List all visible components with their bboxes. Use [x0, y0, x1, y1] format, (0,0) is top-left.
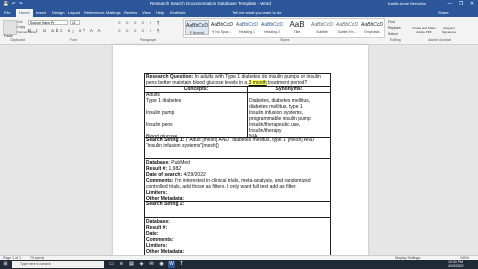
- paste-button[interactable]: [3, 20, 17, 35]
- copy-button[interactable]: Copy: [17, 25, 25, 29]
- minimize-button[interactable]: —: [445, 1, 455, 7]
- column-divider: [247, 86, 248, 137]
- task-view-icon[interactable]: ▭: [108, 261, 115, 268]
- select-button[interactable]: Select: [388, 32, 398, 36]
- teams-icon[interactable]: T: [178, 261, 185, 268]
- tab-design[interactable]: Design: [52, 10, 64, 15]
- find-button[interactable]: Find: [388, 20, 395, 24]
- style-preview: AaBbCcD: [361, 22, 383, 28]
- style-preview: AaBbCcD: [336, 22, 358, 28]
- chrome-icon[interactable]: ◉: [158, 261, 165, 268]
- window-title: Research Search Documentation Database T…: [150, 1, 271, 6]
- taskbar: ⊞ Type here to search ▭ e ▤ ◈ ✉ ◉ W T 10…: [0, 260, 478, 269]
- style-name: Subtitle: [316, 30, 328, 34]
- user-name[interactable]: Kaitlin Anne Bertolino: [388, 1, 426, 6]
- edge-icon[interactable]: e: [118, 261, 125, 268]
- style-subtitle[interactable]: AaBbCcD Subtitle: [310, 20, 334, 35]
- style-normal[interactable]: AaBbCcD ¶ Normal: [185, 20, 209, 35]
- style-name: Title: [293, 30, 301, 34]
- tab-layout[interactable]: Layout: [68, 10, 80, 15]
- style-preview: AaBbCcD: [311, 22, 333, 28]
- editing-group-label: Editing: [390, 38, 401, 42]
- search-string-2-label[interactable]: Search String 2:: [146, 201, 329, 207]
- quick-access-toolbar[interactable]: 💾 ↶ ↷: [3, 1, 24, 7]
- tab-endnote[interactable]: EndNote: [170, 10, 186, 15]
- paragraph-buttons[interactable]: ≡ ≡ ≡ ≡ ↕ ¶: [118, 20, 161, 25]
- styles-group-label: Styles: [280, 38, 290, 42]
- request-signatures-button[interactable]: Request Signatures: [438, 26, 460, 34]
- divider: [144, 158, 331, 159]
- file-explorer-icon[interactable]: ▤: [128, 261, 135, 268]
- mail-icon[interactable]: ✉: [148, 261, 155, 268]
- style-preview: AaB: [289, 20, 305, 29]
- clock-date[interactable]: 4/29/2022: [448, 264, 464, 268]
- create-adobe-pdf-button[interactable]: Create and Share Adobe PDF: [412, 26, 436, 34]
- tab-insert[interactable]: Insert: [36, 10, 46, 15]
- taskbar-search-input[interactable]: Type here to search: [12, 261, 104, 268]
- synonyms-list[interactable]: Diabetes, diabetes mellitus, diabetes me…: [249, 92, 331, 140]
- tab-file[interactable]: File: [4, 10, 10, 15]
- style-preview: AaBbCcD: [211, 22, 233, 28]
- style-name: ¶ Normal: [189, 31, 205, 35]
- font-format-buttons[interactable]: B I U abc x₂ x² A A: [28, 28, 103, 33]
- tab-view[interactable]: View: [142, 10, 151, 15]
- divider: [144, 217, 331, 218]
- tell-me-search[interactable]: Tell me what you want to do: [232, 10, 281, 15]
- search-result-block-1[interactable]: Database: PubMed Result #: 1,982 Date of…: [146, 160, 329, 202]
- tab-review[interactable]: Review: [124, 10, 137, 15]
- tab-help[interactable]: Help: [156, 10, 164, 15]
- style-heading-2[interactable]: AaBbCcD Heading 2: [260, 20, 284, 35]
- research-question[interactable]: Research Question: In adults with Type 1…: [146, 74, 329, 86]
- style-heading-1[interactable]: AaBbCcD Heading 1: [235, 20, 259, 35]
- styles-gallery: AaBbCcD ¶ Normal AaBbCcD ¶ No Spac... AaBb…: [183, 18, 385, 38]
- ribbon-home: Paste Cut Copy Format Painter Clipboard …: [0, 17, 478, 45]
- close-button[interactable]: ✕: [467, 1, 477, 7]
- font-group-label: Font: [70, 38, 78, 42]
- search-string-1[interactable]: Search String 1: ("Adult"[mesh] AND "dia…: [146, 137, 329, 149]
- clipboard-group-label: Clipboard: [10, 38, 25, 42]
- style-title[interactable]: AaB Title: [285, 20, 309, 35]
- alignment-buttons[interactable]: ≡ ≡ ≡ ≡ ↕ ¶: [118, 28, 161, 33]
- style-name: Emphasis: [364, 30, 380, 34]
- tab-mailings[interactable]: Mailings: [106, 10, 121, 15]
- ribbon-tabs: File Home Insert Design Layout Reference…: [0, 9, 478, 17]
- replace-button[interactable]: Replace: [388, 26, 401, 30]
- other-metadata-label: Other Metadata:: [146, 249, 185, 253]
- concepts-list[interactable]: Adults Type 1 diabetes Insulin pump Insu…: [146, 92, 246, 140]
- tab-home[interactable]: Home: [16, 9, 33, 17]
- style-subtle-emphasis[interactable]: AaBbCcD Subtle Em...: [335, 20, 359, 35]
- adobe-group-label: Adobe Acrobat: [428, 38, 451, 42]
- style-emphasis[interactable]: AaBbCcD Emphasis: [360, 20, 384, 35]
- style-name: Heading 2: [264, 30, 280, 34]
- style-preview: AaBbCcD: [236, 22, 258, 28]
- style-preview: AaBbCcD: [186, 23, 208, 29]
- search-result-block-2[interactable]: Database: Result #: Date: Comments: Limi…: [146, 219, 329, 253]
- font-name-select[interactable]: Source Sans Pr: [28, 20, 68, 25]
- style-preview: AaBbCcD: [261, 22, 283, 28]
- paragraph-group-label: Paragraph: [140, 38, 157, 42]
- style-no-spacing[interactable]: AaBbCcD ¶ No Spac...: [210, 20, 234, 35]
- style-name: Subtle Em...: [337, 30, 357, 34]
- style-name: ¶ No Spac...: [212, 30, 232, 34]
- store-icon[interactable]: ◈: [138, 261, 145, 268]
- word-icon[interactable]: W: [168, 261, 175, 268]
- title-bar: 💾 ↶ ↷ Research Search Documentation Data…: [0, 0, 478, 9]
- maximize-button[interactable]: ❐: [456, 1, 466, 7]
- windows-start-icon[interactable]: ⊞: [2, 261, 9, 268]
- tab-references[interactable]: References: [84, 10, 104, 15]
- share-button[interactable]: Share: [438, 10, 449, 15]
- cut-button[interactable]: Cut: [17, 20, 22, 24]
- font-size-select[interactable]: 11: [70, 20, 80, 25]
- style-name: Heading 1: [239, 30, 255, 34]
